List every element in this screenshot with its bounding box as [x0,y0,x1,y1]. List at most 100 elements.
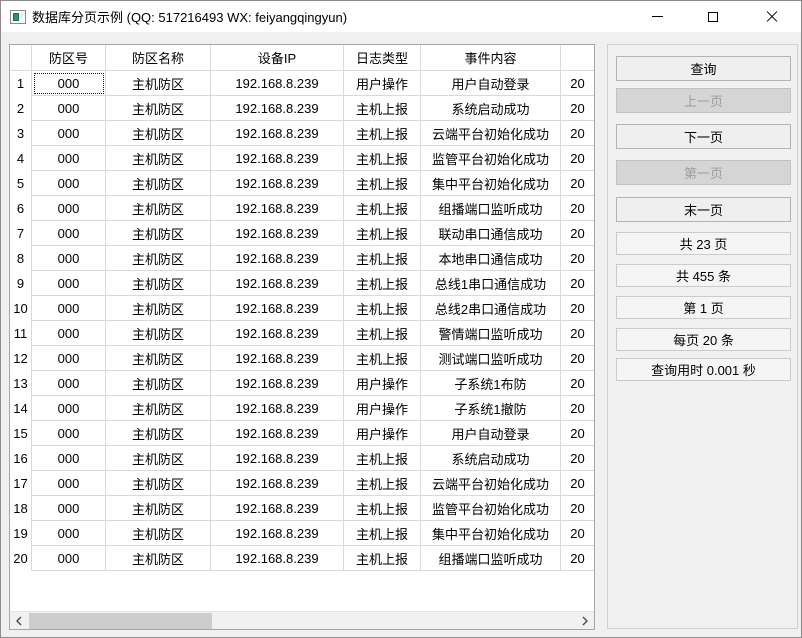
row-header-cell[interactable]: 6 [10,196,32,221]
cell-timestamp[interactable]: 20 [561,221,594,246]
row-header-cell[interactable]: 13 [10,371,32,396]
cell-device-ip[interactable]: 192.168.8.239 [211,471,344,496]
query-button[interactable]: 查询 [616,56,791,81]
row-header-cell[interactable]: 9 [10,271,32,296]
cell-zone-name[interactable]: 主机防区 [106,321,211,346]
cell-log-type[interactable]: 主机上报 [344,296,421,321]
horizontal-scrollbar[interactable] [10,611,594,629]
cell-zone-number[interactable]: 000 [32,546,106,571]
cell-device-ip[interactable]: 192.168.8.239 [211,96,344,121]
row-header-cell[interactable]: 15 [10,421,32,446]
cell-timestamp[interactable]: 20 [561,546,594,571]
cell-event-content[interactable]: 总线1串口通信成功 [421,271,561,296]
cell-event-content[interactable]: 系统启动成功 [421,96,561,121]
cell-timestamp[interactable]: 20 [561,421,594,446]
cell-device-ip[interactable]: 192.168.8.239 [211,221,344,246]
cell-log-type[interactable]: 主机上报 [344,496,421,521]
cell-event-content[interactable]: 监管平台初始化成功 [421,496,561,521]
cell-zone-number[interactable]: 000 [32,421,106,446]
cell-event-content[interactable]: 子系统1撤防 [421,396,561,421]
cell-log-type[interactable]: 主机上报 [344,471,421,496]
cell-zone-number[interactable]: 000 [32,96,106,121]
cell-zone-number[interactable]: 000 [32,146,106,171]
row-header-cell[interactable]: 8 [10,246,32,271]
column-header-event-content[interactable]: 事件内容 [421,45,561,71]
cell-zone-name[interactable]: 主机防区 [106,121,211,146]
cell-event-content[interactable]: 组播端口监听成功 [421,196,561,221]
cell-timestamp[interactable]: 20 [561,246,594,271]
cell-zone-number[interactable]: 000 [32,521,106,546]
row-header-cell[interactable]: 17 [10,471,32,496]
cell-zone-name[interactable]: 主机防区 [106,271,211,296]
cell-zone-number[interactable]: 000 [32,471,106,496]
cell-timestamp[interactable]: 20 [561,471,594,496]
cell-zone-name[interactable]: 主机防区 [106,221,211,246]
cell-event-content[interactable]: 子系统1布防 [421,371,561,396]
cell-zone-name[interactable]: 主机防区 [106,421,211,446]
column-header-zone-name[interactable]: 防区名称 [106,45,211,71]
cell-event-content[interactable]: 总线2串口通信成功 [421,296,561,321]
cell-device-ip[interactable]: 192.168.8.239 [211,421,344,446]
cell-zone-name[interactable]: 主机防区 [106,146,211,171]
cell-zone-number[interactable]: 000 [32,221,106,246]
cell-log-type[interactable]: 主机上报 [344,171,421,196]
column-header-timestamp[interactable] [561,45,594,71]
cell-timestamp[interactable]: 20 [561,171,594,196]
cell-event-content[interactable]: 集中平台初始化成功 [421,171,561,196]
cell-event-content[interactable]: 监管平台初始化成功 [421,146,561,171]
row-header-cell[interactable]: 5 [10,171,32,196]
cell-log-type[interactable]: 主机上报 [344,121,421,146]
cell-timestamp[interactable]: 20 [561,321,594,346]
scrollbar-track[interactable] [28,612,576,630]
cell-zone-number[interactable]: 000 [32,171,106,196]
column-header-log-type[interactable]: 日志类型 [344,45,421,71]
cell-log-type[interactable]: 主机上报 [344,196,421,221]
column-header-device-ip[interactable]: 设备IP [211,45,344,71]
cell-event-content[interactable]: 云端平台初始化成功 [421,471,561,496]
cell-log-type[interactable]: 主机上报 [344,221,421,246]
cell-event-content[interactable]: 联动串口通信成功 [421,221,561,246]
cell-zone-number[interactable]: 000 [32,496,106,521]
cell-log-type[interactable]: 主机上报 [344,521,421,546]
cell-zone-name[interactable]: 主机防区 [106,471,211,496]
cell-zone-name[interactable]: 主机防区 [106,346,211,371]
cell-device-ip[interactable]: 192.168.8.239 [211,321,344,346]
cell-timestamp[interactable]: 20 [561,121,594,146]
row-header-cell[interactable]: 3 [10,121,32,146]
cell-device-ip[interactable]: 192.168.8.239 [211,246,344,271]
cell-zone-number[interactable]: 000 [32,371,106,396]
cell-timestamp[interactable]: 20 [561,371,594,396]
cell-log-type[interactable]: 用户操作 [344,396,421,421]
row-header-cell[interactable]: 20 [10,546,32,571]
cell-timestamp[interactable]: 20 [561,446,594,471]
cell-timestamp[interactable]: 20 [561,296,594,321]
cell-log-type[interactable]: 主机上报 [344,271,421,296]
cell-device-ip[interactable]: 192.168.8.239 [211,171,344,196]
cell-timestamp[interactable]: 20 [561,346,594,371]
close-button[interactable] [741,1,802,32]
cell-event-content[interactable]: 用户自动登录 [421,71,561,96]
scroll-left-button[interactable] [10,612,28,630]
cell-zone-name[interactable]: 主机防区 [106,171,211,196]
row-header-cell[interactable]: 19 [10,521,32,546]
cell-log-type[interactable]: 用户操作 [344,71,421,96]
cell-log-type[interactable]: 主机上报 [344,546,421,571]
column-header-row-number[interactable] [10,45,32,71]
cell-device-ip[interactable]: 192.168.8.239 [211,496,344,521]
cell-zone-number[interactable]: 000 [32,296,106,321]
cell-device-ip[interactable]: 192.168.8.239 [211,271,344,296]
cell-zone-number[interactable]: 000 [32,121,106,146]
cell-timestamp[interactable]: 20 [561,96,594,121]
row-header-cell[interactable]: 1 [10,71,32,96]
cell-event-content[interactable]: 警情端口监听成功 [421,321,561,346]
column-header-zone-number[interactable]: 防区号 [32,45,106,71]
row-header-cell[interactable]: 16 [10,446,32,471]
cell-zone-name[interactable]: 主机防区 [106,521,211,546]
cell-log-type[interactable]: 主机上报 [344,96,421,121]
cell-event-content[interactable]: 本地串口通信成功 [421,246,561,271]
cell-zone-name[interactable]: 主机防区 [106,71,211,96]
cell-device-ip[interactable]: 192.168.8.239 [211,521,344,546]
cell-log-type[interactable]: 主机上报 [344,321,421,346]
cell-device-ip[interactable]: 192.168.8.239 [211,446,344,471]
cell-device-ip[interactable]: 192.168.8.239 [211,396,344,421]
